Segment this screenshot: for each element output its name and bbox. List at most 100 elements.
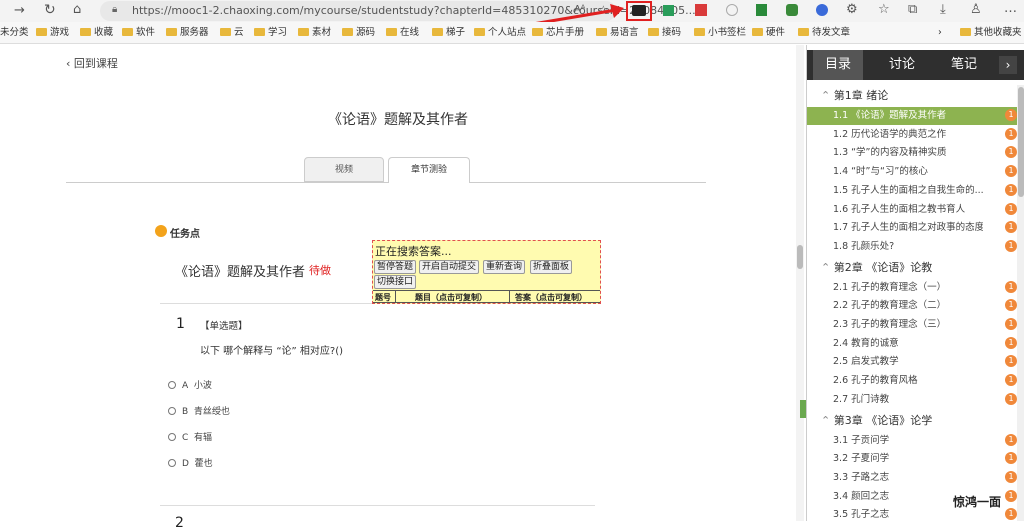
sidebar-item[interactable]: 1.3 “学”的内容及精神实质 1 <box>807 144 1017 162</box>
sidebar-item[interactable]: 2.1 孔子的教育理念（一） 1 <box>807 279 1017 297</box>
option-c[interactable]: C 有辐 <box>168 430 212 443</box>
sidebar-scrollbar-thumb[interactable] <box>1018 87 1024 197</box>
bookmark-folder[interactable]: 接码 <box>648 26 681 40</box>
question-type: 【单选题】 <box>200 321 248 332</box>
chapter-header[interactable]: ⌃ 第2章 《论语》论教 <box>821 259 932 277</box>
radio-icon[interactable] <box>168 459 176 467</box>
sidebar-item[interactable]: 3.3 子路之志 1 <box>807 469 1017 487</box>
bookmarks-overflow-icon[interactable]: › <box>938 26 942 40</box>
tab-catalog[interactable]: 目录 <box>813 50 863 80</box>
extension-excel-icon[interactable] <box>756 4 767 16</box>
sidebar-item[interactable]: 2.5 启发式教学 1 <box>807 353 1017 371</box>
home-icon[interactable]: ⌂ <box>73 2 81 17</box>
option-d[interactable]: D 藿也 <box>168 456 213 469</box>
sidebar-item-label: 3.2 子夏问学 <box>833 453 890 465</box>
bookmark-folder[interactable]: 小书签栏 <box>694 26 746 40</box>
sidebar-item[interactable]: 2.6 孔子的教育风格 1 <box>807 372 1017 390</box>
sidebar-item[interactable]: 3.2 子夏问学 1 <box>807 450 1017 468</box>
option-a[interactable]: A 小波 <box>168 378 212 391</box>
bookmark-folder[interactable]: 学习 <box>254 26 287 40</box>
downloads-icon[interactable]: ⤓ <box>940 2 946 17</box>
collapse-panel-button[interactable]: 折叠面板 <box>530 260 573 274</box>
bookmark-folder[interactable]: 云 <box>220 26 244 40</box>
scrollbar-thumb[interactable] <box>797 245 803 269</box>
more-menu-icon[interactable]: … <box>1004 1 1017 16</box>
pending-badge: 1 <box>1005 470 1017 483</box>
folder-icon <box>432 28 443 36</box>
bookmark-folder[interactable]: 软件 <box>122 26 155 40</box>
bookmark-folder[interactable]: 素材 <box>298 26 331 40</box>
sidebar-item[interactable]: 2.2 孔子的教育理念（二） 1 <box>807 297 1017 315</box>
switch-api-button[interactable]: 切换接口 <box>374 275 417 289</box>
bookmark-folder[interactable]: 在线 <box>386 26 419 40</box>
sidebar-item[interactable]: 1.4 “时”与“习”的核心 1 <box>807 163 1017 181</box>
forward-icon[interactable]: → <box>14 3 25 18</box>
bookmark-folder[interactable]: 游戏 <box>36 26 69 40</box>
collections-icon[interactable]: ⧉ <box>908 2 917 17</box>
sidebar-item[interactable]: 2.4 教育的诚意 1 <box>807 335 1017 353</box>
sidebar-next-icon[interactable]: › <box>999 56 1017 74</box>
bookmark-folder[interactable]: 源码 <box>342 26 375 40</box>
bookmark-folder[interactable]: 梯子 <box>432 26 465 40</box>
folder-icon <box>474 28 485 36</box>
pending-badge: 1 <box>1005 127 1017 140</box>
sidebar-item[interactable]: 2.3 孔子的教育理念（三） 1 <box>807 316 1017 334</box>
sidebar-item[interactable]: 1.7 孔子人生的面相之对政事的态度 1 <box>807 219 1017 237</box>
tab-discussion[interactable]: 讨论 <box>877 50 927 80</box>
extension-qr-icon[interactable] <box>695 4 707 16</box>
sidebar-toggle-handle[interactable] <box>800 400 806 418</box>
bookmark-folder[interactable]: 待发文章 <box>798 26 850 40</box>
back-to-course-link[interactable]: ‹ 回到课程 <box>66 55 118 71</box>
task-point-icon <box>155 225 167 237</box>
bookmark-item[interactable]: 未分类 <box>0 26 29 40</box>
pending-badge: 1 <box>1005 239 1017 252</box>
watermark-text: 惊鸿一面 <box>953 495 1002 509</box>
pending-badge: 1 <box>1005 392 1017 405</box>
main-scrollbar[interactable] <box>796 45 804 521</box>
bookmark-folder[interactable]: 芯片手册 <box>532 26 584 40</box>
profile-icon[interactable]: ♙ <box>970 2 982 17</box>
extension-blue-icon[interactable] <box>816 4 828 16</box>
sidebar-item-label: 2.6 孔子的教育风格 <box>833 375 918 387</box>
extensions-puzzle-icon[interactable]: ⚙ <box>846 2 858 17</box>
tab-video[interactable]: 视频 <box>304 157 384 182</box>
bookmarks-bar: 未分类 游戏 收藏 软件 服务器 云 学习 素材 源码 在线 梯子 个人站点 芯… <box>0 22 1024 44</box>
extension-badge-icon[interactable] <box>786 4 798 16</box>
option-b[interactable]: B 青丝绶也 <box>168 404 230 417</box>
radio-icon[interactable] <box>168 407 176 415</box>
requery-button[interactable]: 重新查询 <box>483 260 526 274</box>
sidebar-item[interactable]: 1.2 历代论语学的典范之作 1 <box>807 126 1017 144</box>
next-question-number: 2 <box>175 515 184 531</box>
bookmark-folder[interactable]: 个人站点 <box>474 26 526 40</box>
bookmark-folder[interactable]: 易语言 <box>596 26 639 40</box>
chapter-title: 第3章 《论语》论学 <box>833 413 933 427</box>
bookmark-folder[interactable]: 服务器 <box>166 26 209 40</box>
sidebar-item[interactable]: 1.8 孔颜乐处? 1 <box>807 238 1017 256</box>
extension-green-icon[interactable] <box>663 5 674 16</box>
sidebar-item[interactable]: 3.1 子贡问学 1 <box>807 432 1017 450</box>
sidebar-item[interactable]: 1.1 《论语》题解及其作者 1 <box>807 107 1017 125</box>
auto-submit-button[interactable]: 开启自动提交 <box>419 260 480 274</box>
chapter-header[interactable]: ⌃ 第3章 《论语》论学 <box>821 412 932 430</box>
pending-badge: 1 <box>1005 489 1017 502</box>
sidebar-item-label: 3.1 子贡问学 <box>833 434 890 446</box>
bookmark-folder[interactable]: 硬件 <box>752 26 785 40</box>
radio-icon[interactable] <box>168 381 176 389</box>
extension-circle-icon[interactable] <box>726 4 738 16</box>
col-answer: 答案（点击可复制） <box>515 293 587 302</box>
extension-tampermonkey-icon[interactable] <box>632 5 646 16</box>
favorites-icon[interactable]: ☆ <box>878 2 890 17</box>
sidebar-item[interactable]: 1.6 孔子人生的面相之教书育人 1 <box>807 201 1017 219</box>
search-status: 正在搜索答案... <box>375 245 452 258</box>
radio-icon[interactable] <box>168 433 176 441</box>
browser-toolbar: → ↻ ⌂ 🔒︎ https://mooc1-2.chaoxing.com/my… <box>0 0 1024 42</box>
sidebar-item[interactable]: 1.5 孔子人生的面相之自我生命的... 1 <box>807 182 1017 200</box>
bookmark-folder[interactable]: 其他收藏夹 <box>960 26 1022 40</box>
chapter-header[interactable]: ⌃ 第1章 绪论 <box>821 87 888 105</box>
tab-chapter-quiz[interactable]: 章节测验 <box>388 157 470 183</box>
tab-notes[interactable]: 笔记 <box>939 50 989 80</box>
sidebar-item[interactable]: 2.7 孔门诗教 1 <box>807 391 1017 409</box>
pause-answer-button[interactable]: 暂停答题 <box>374 260 417 274</box>
bookmark-folder[interactable]: 收藏 <box>80 26 113 40</box>
refresh-icon[interactable]: ↻ <box>44 2 56 18</box>
